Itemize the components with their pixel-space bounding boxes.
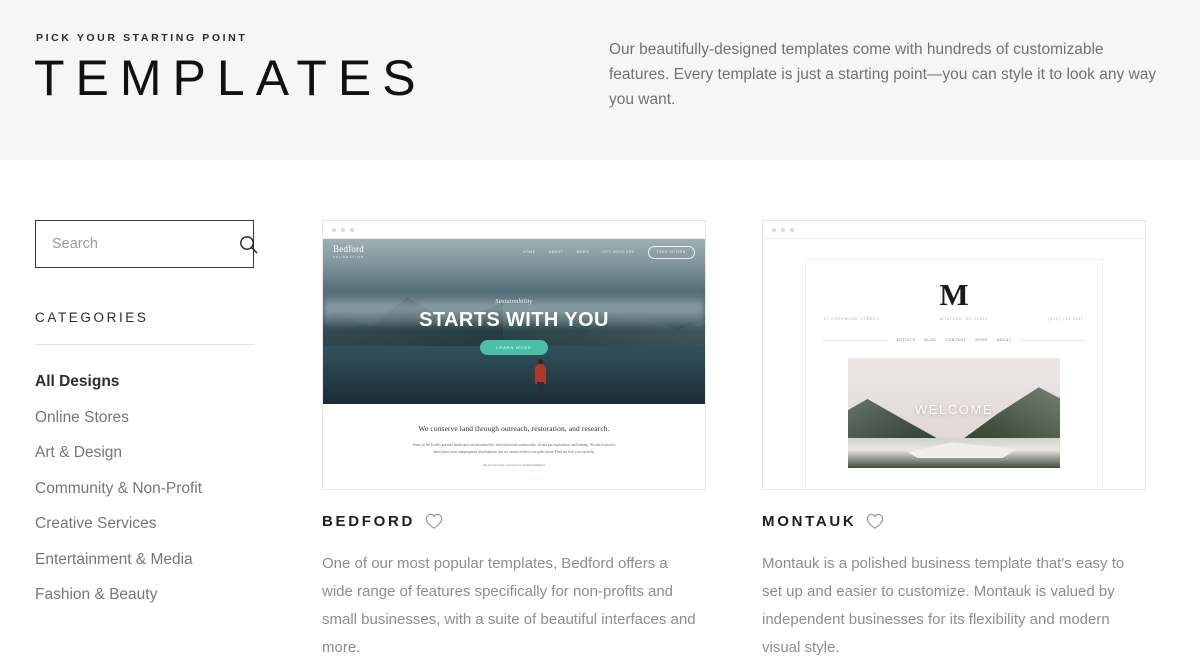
heart-icon[interactable] — [425, 513, 443, 530]
template-card-bedford[interactable]: Bedford FOUNDATION HOME ABOUT NEWS GET I… — [322, 220, 706, 662]
montauk-nav-blog: BLOG — [924, 338, 937, 343]
template-meta-bedford: BEDFORD One of our most popular template… — [322, 490, 706, 662]
chrome-dot-icon — [781, 227, 785, 232]
template-title-row: BEDFORD — [322, 513, 706, 530]
header-left: PICK YOUR STARTING POINT TEMPLATES — [34, 32, 609, 105]
hiker-figure — [533, 356, 549, 400]
montauk-meta-city: MONTAUK, NY 11954 — [939, 317, 988, 322]
chrome-dot-icon — [341, 227, 345, 232]
template-card-montauk[interactable]: M 57 ROSEWOOD STREET MONTAUK, NY 11954 (… — [762, 220, 1146, 662]
montauk-meta-address: 57 ROSEWOOD STREET — [824, 317, 880, 322]
sidebar: CATEGORIES All Designs Online Stores Art… — [0, 220, 322, 662]
bedford-nav-take-action: TAKE ACTION — [647, 245, 695, 259]
bedford-nav-about: ABOUT — [548, 250, 564, 254]
bedford-photo-credit: All photography provided by Jared Chambe… — [375, 463, 653, 467]
sidebar-item-online-stores[interactable]: Online Stores — [35, 409, 292, 446]
montauk-logo: M — [939, 277, 969, 312]
template-preview-bedford[interactable]: Bedford FOUNDATION HOME ABOUT NEWS GET I… — [322, 220, 706, 490]
page-title: TEMPLATES — [34, 50, 427, 106]
categories-list: All Designs Online Stores Art & Design C… — [35, 374, 292, 623]
montauk-nav-shop: SHOP — [975, 338, 988, 343]
bedford-nav-get-involved: GET INVOLVED — [602, 250, 635, 254]
sidebar-item-creative-services[interactable]: Creative Services — [35, 516, 292, 552]
bedford-nav: HOME ABOUT NEWS GET INVOLVED TAKE ACTION — [523, 245, 695, 259]
nav-rule-left — [822, 339, 889, 341]
bedford-hero-button: LEARN MORE — [480, 340, 548, 355]
hiker-body — [535, 364, 547, 384]
bedford-hero: Bedford FOUNDATION HOME ABOUT NEWS GET I… — [323, 239, 705, 404]
credit-link: Jared Chambers — [522, 463, 546, 467]
bedford-lower-section: We conserve land through outreach, resto… — [323, 404, 705, 489]
credit-prefix: All photography provided by — [482, 463, 523, 467]
template-preview-montauk[interactable]: M 57 ROSEWOOD STREET MONTAUK, NY 11954 (… — [762, 220, 1146, 490]
template-title-row: MONTAUK — [762, 513, 1146, 530]
bedford-logo-sub: FOUNDATION — [333, 254, 365, 259]
sidebar-item-all-designs[interactable]: All Designs — [35, 374, 292, 410]
chrome-dot-icon — [332, 227, 336, 232]
bedford-section-heading: We conserve land through outreach, resto… — [418, 424, 610, 433]
bedford-hero-eyebrow: Sustainability — [495, 299, 533, 305]
search-icon[interactable] — [239, 235, 258, 254]
search-input[interactable] — [52, 236, 239, 252]
categories-heading: CATEGORIES — [35, 310, 149, 325]
bedford-logo-main: Bedford — [333, 244, 364, 255]
hiker-legs — [537, 382, 545, 395]
categories-divider — [35, 344, 254, 345]
page-eyebrow: PICK YOUR STARTING POINT — [36, 32, 248, 44]
template-meta-montauk: MONTAUK Montauk is a polished business t… — [762, 490, 1146, 662]
page-description: Our beautifully-designed templates come … — [609, 41, 1157, 108]
montauk-meta-row: 57 ROSEWOOD STREET MONTAUK, NY 11954 (80… — [820, 317, 1088, 321]
sidebar-item-entertainment-media[interactable]: Entertainment & Media — [35, 551, 292, 588]
bedford-nav-home: HOME — [523, 250, 536, 254]
sidebar-item-community-non-profit[interactable]: Community & Non-Profit — [35, 480, 292, 517]
montauk-nav-row: ARTISTS BLOG CONTACT SHOP ABOUT — [820, 338, 1088, 342]
template-name-montauk: MONTAUK — [762, 513, 857, 530]
montauk-frame: M 57 ROSEWOOD STREET MONTAUK, NY 11954 (… — [805, 259, 1103, 489]
bedford-hero-text: Sustainability STARTS WITH YOU LEARN MOR… — [323, 299, 705, 355]
templates-grid: Bedford FOUNDATION HOME ABOUT NEWS GET I… — [322, 220, 1200, 662]
montauk-nav: ARTISTS BLOG CONTACT SHOP ABOUT — [896, 338, 1011, 342]
montauk-site: M 57 ROSEWOOD STREET MONTAUK, NY 11954 (… — [763, 239, 1145, 489]
chrome-dot-icon — [350, 227, 354, 232]
browser-chrome-bar — [763, 221, 1145, 239]
template-description-bedford: One of our most popular templates, Bedfo… — [322, 555, 696, 656]
preview-body: M 57 ROSEWOOD STREET MONTAUK, NY 11954 (… — [763, 239, 1145, 489]
header-right: Our beautifully-designed templates come … — [609, 32, 1166, 112]
montauk-nav-contact: CONTACT — [945, 338, 967, 343]
montauk-nav-about: ABOUT — [996, 338, 1012, 343]
heart-icon[interactable] — [866, 513, 884, 530]
chrome-dot-icon — [772, 227, 776, 232]
montauk-nav-artists: ARTISTS — [896, 338, 916, 343]
page-header: PICK YOUR STARTING POINT TEMPLATES Our b… — [0, 0, 1200, 160]
nav-rule-right — [1019, 339, 1087, 341]
template-name-bedford: BEDFORD — [322, 513, 416, 530]
sidebar-item-art-design[interactable]: Art & Design — [35, 445, 292, 481]
montauk-hero-photo: WELCOME — [848, 358, 1060, 469]
bedford-logo: Bedford FOUNDATION — [333, 245, 364, 258]
bedford-section-paragraph: Some of the Earth's greatest landscapes … — [412, 443, 616, 454]
page-body: CATEGORIES All Designs Online Stores Art… — [0, 160, 1200, 662]
template-description-montauk: Montauk is a polished business template … — [762, 555, 1125, 656]
browser-chrome-bar — [323, 221, 705, 239]
montauk-photo-caption: WELCOME — [914, 402, 994, 418]
search-box[interactable] — [35, 220, 258, 268]
preview-body: Bedford FOUNDATION HOME ABOUT NEWS GET I… — [323, 239, 705, 489]
sidebar-item-fashion-beauty[interactable]: Fashion & Beauty — [35, 587, 292, 623]
bedford-hero-headline: STARTS WITH YOU — [419, 309, 609, 331]
chrome-dot-icon — [790, 227, 794, 232]
bedford-nav-news: NEWS — [576, 250, 590, 254]
montauk-meta-phone: (800) 123 4567 — [1048, 317, 1084, 322]
bedford-topbar: Bedford FOUNDATION HOME ABOUT NEWS GET I… — [323, 239, 705, 265]
